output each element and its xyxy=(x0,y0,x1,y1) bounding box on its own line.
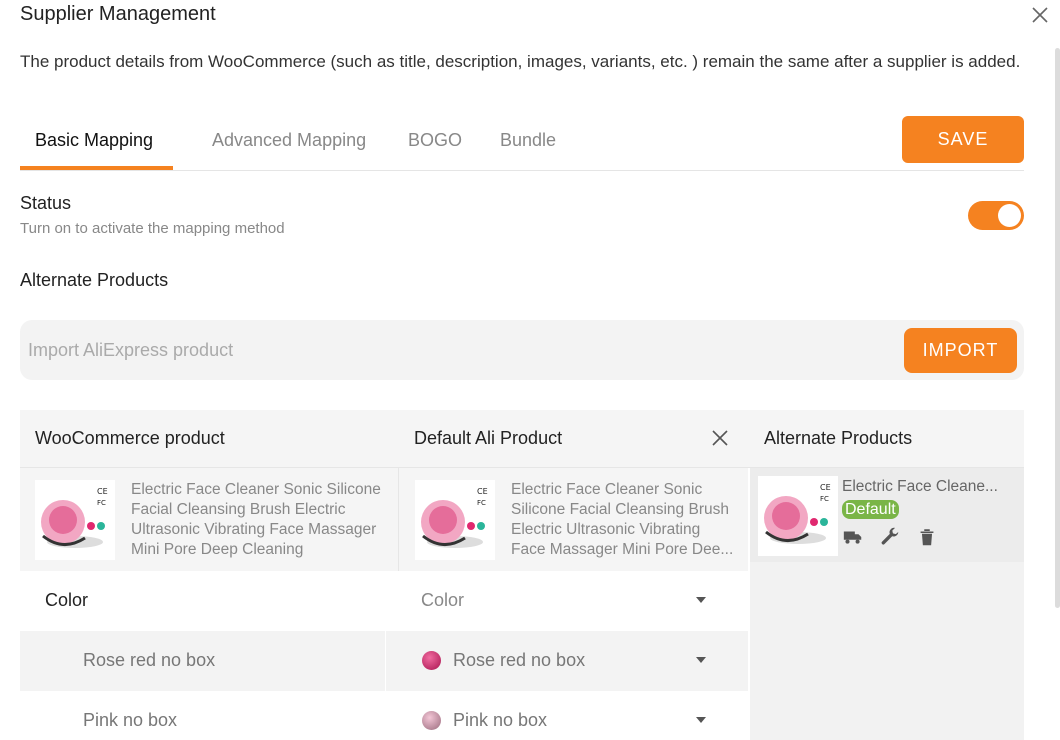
trash-icon[interactable] xyxy=(916,526,938,548)
status-label: Status xyxy=(20,193,72,213)
alternate-product-image: CE FC xyxy=(758,476,838,556)
option-row-color: Color Color xyxy=(20,571,748,631)
default-badge: Default xyxy=(842,500,899,519)
ali-variant-label: Rose red no box xyxy=(453,650,586,670)
ali-product-title[interactable]: Electric Face Cleaner Sonic Silicone Fac… xyxy=(511,480,733,560)
woo-product-title[interactable]: Electric Face Cleaner Sonic Silicone Fac… xyxy=(131,480,381,560)
save-button[interactable]: SAVE xyxy=(902,116,1024,163)
woo-product-image: CE FC xyxy=(35,480,115,560)
face-cleaner-icon: CE FC xyxy=(758,476,838,556)
import-bar: IMPORT xyxy=(20,320,1024,380)
ali-option-select[interactable]: Color xyxy=(386,571,748,631)
product-row: CE FC Electric Face Cleaner Sonic Silico… xyxy=(20,468,748,571)
column-divider xyxy=(398,468,399,571)
chevron-down-icon[interactable] xyxy=(696,657,706,663)
woo-variant-label: Rose red no box xyxy=(83,650,216,670)
remove-default-close-icon[interactable] xyxy=(710,428,730,448)
tab-bundle[interactable]: Bundle xyxy=(500,130,556,151)
svg-text:FC: FC xyxy=(477,499,486,507)
svg-text:CE: CE xyxy=(97,487,108,496)
alternate-products-heading: Alternate Products xyxy=(20,270,169,290)
svg-text:FC: FC xyxy=(820,495,829,503)
option-row-pink: Pink no box Pink no box xyxy=(20,691,748,740)
ali-variant-select[interactable]: Pink no box xyxy=(386,691,748,740)
ali-option-label: Color xyxy=(421,590,465,610)
dialog-description: The product details from WooCommerce (su… xyxy=(20,52,1021,71)
svg-text:CE: CE xyxy=(820,483,831,492)
woo-variant-label: Pink no box xyxy=(83,710,178,730)
svg-text:FC: FC xyxy=(97,499,106,507)
shipping-truck-icon[interactable] xyxy=(842,526,864,548)
chevron-down-icon[interactable] xyxy=(696,597,706,603)
svg-text:CE: CE xyxy=(477,487,488,496)
status-toggle[interactable] xyxy=(968,201,1024,230)
wrench-icon[interactable] xyxy=(879,526,901,548)
alternate-product-card[interactable]: CE FC Electric Face Cleane... Default xyxy=(750,468,1024,562)
import-button[interactable]: IMPORT xyxy=(904,328,1017,373)
tab-advanced-mapping[interactable]: Advanced Mapping xyxy=(212,130,366,151)
ali-variant-label: Pink no box xyxy=(453,710,548,730)
header-woocommerce-product: WooCommerce product xyxy=(35,428,225,448)
tab-bogo[interactable]: BOGO xyxy=(408,130,462,151)
tab-basic-mapping[interactable]: Basic Mapping xyxy=(35,130,153,151)
woo-variant-cell: Rose red no box xyxy=(20,631,385,691)
ali-product-image: CE FC xyxy=(415,480,495,560)
chevron-down-icon[interactable] xyxy=(696,717,706,723)
status-hint: Turn on to activate the mapping method xyxy=(20,220,285,237)
face-cleaner-icon: CE FC xyxy=(415,480,495,560)
header-default-ali-product: Default Ali Product xyxy=(414,428,563,448)
mapping-table: WooCommerce product Default Ali Product … xyxy=(20,410,1024,740)
table-header: WooCommerce product Default Ali Product … xyxy=(20,410,1024,468)
scrollbar[interactable] xyxy=(1055,48,1060,608)
option-row-rose-red: Rose red no box Rose red no box xyxy=(20,631,748,691)
mapping-tabs: Basic Mapping Advanced Mapping BOGO Bund… xyxy=(20,118,1024,171)
dialog-title: Supplier Management xyxy=(20,3,216,25)
woo-option-label: Color xyxy=(45,590,89,610)
variant-swatch xyxy=(422,651,441,670)
close-icon[interactable] xyxy=(1030,5,1050,25)
face-cleaner-icon: CE FC xyxy=(35,480,115,560)
woo-option-cell: Color xyxy=(20,571,385,631)
alternate-product-title[interactable]: Electric Face Cleane... xyxy=(842,478,998,496)
import-aliexpress-input[interactable] xyxy=(28,332,888,368)
header-alternate-products: Alternate Products xyxy=(764,428,913,448)
alternate-products-column: CE FC Electric Face Cleane... Default xyxy=(750,468,1024,740)
variant-swatch xyxy=(422,711,441,730)
active-tab-indicator xyxy=(20,166,173,170)
woo-variant-cell: Pink no box xyxy=(20,691,385,740)
ali-variant-select[interactable]: Rose red no box xyxy=(386,631,748,691)
toggle-knob xyxy=(998,204,1021,227)
